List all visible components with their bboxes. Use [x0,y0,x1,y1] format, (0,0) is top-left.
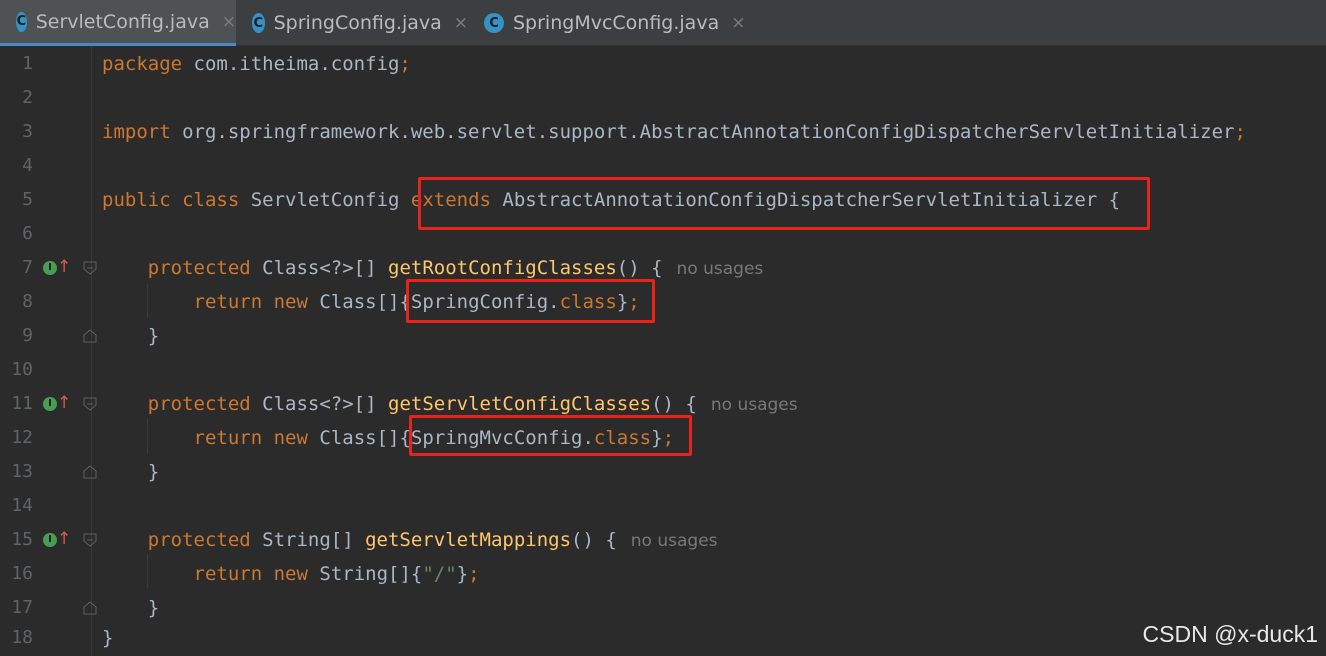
line-number: 1 [22,53,33,74]
code-line[interactable]: 3 import org.springframework.web.servlet… [0,115,1326,149]
override-arrow-icon[interactable]: ↑ [57,256,71,278]
watermark: CSDN @x-duck1 [1142,621,1318,647]
override-arrow-icon[interactable]: ↑ [57,528,71,550]
code-line[interactable]: 17 } [0,591,1326,625]
java-class-icon: C [16,11,27,32]
code-text[interactable]: import org.springframework.web.servlet.s… [102,115,1246,149]
code-text[interactable]: package com.itheima.config; [102,47,411,81]
line-number: 16 [11,563,33,584]
code-line[interactable]: 15 I ↑ protected String[] getServletMapp… [0,523,1326,557]
fold-close-icon[interactable] [83,601,97,615]
line-number: 18 [11,627,33,648]
editor-tab-bar: C ServletConfig.java × C SpringConfig.ja… [0,0,1326,46]
line-number: 2 [22,87,33,108]
line-number: 13 [11,461,33,482]
line-number: 5 [22,189,33,210]
usage-hint: no usages [676,259,764,279]
line-number: 14 [11,495,33,516]
line-number: 15 [11,529,33,550]
code-text[interactable]: } [102,591,159,625]
code-text[interactable]: protected String[] getServletMappings() … [102,523,718,558]
code-line[interactable]: 8 return new Class[]{SpringConfig.class}… [0,285,1326,319]
code-line[interactable]: 7 I ↑ protected Class<?>[] getRootConfig… [0,251,1326,285]
close-icon[interactable]: × [222,12,236,32]
code-text[interactable]: } [102,621,113,655]
line-number: 10 [11,359,33,380]
tab-servletconfig[interactable]: C ServletConfig.java × [0,0,236,46]
line-number: 12 [11,427,33,448]
fold-open-icon[interactable] [83,397,97,411]
line-number: 3 [22,121,33,142]
tab-label: ServletConfig.java [35,10,210,33]
code-line[interactable]: 14 [0,489,1326,523]
line-number: 6 [22,223,33,244]
tab-label: SpringMvcConfig.java [513,12,720,34]
highlight-box-springmvcconfig [409,415,692,456]
fold-open-icon[interactable] [83,533,97,547]
line-number: 7 [22,257,33,278]
code-line[interactable]: 10 [0,353,1326,387]
code-line[interactable]: 16 return new String[]{"/"}; [0,557,1326,591]
code-line[interactable]: 2 [0,81,1326,115]
close-icon[interactable]: × [454,13,468,33]
fold-close-icon[interactable] [83,465,97,479]
line-number: 8 [22,291,33,312]
line-number: 17 [11,597,33,618]
code-line[interactable]: 1 package com.itheima.config; [0,47,1326,81]
implements-icon[interactable]: I [43,397,57,411]
code-line[interactable]: 13 } [0,455,1326,489]
code-line[interactable]: 18 } [0,621,1326,655]
code-text[interactable]: } [102,319,159,353]
tab-springconfig[interactable]: C SpringConfig.java × [236,0,468,46]
implements-icon[interactable]: I [43,533,57,547]
override-arrow-icon[interactable]: ↑ [57,392,71,414]
line-number: 11 [11,393,33,414]
fold-close-icon[interactable] [83,329,97,343]
usage-hint: no usages [710,395,798,415]
code-line[interactable]: 9 } [0,319,1326,353]
line-number: 9 [22,325,33,346]
tab-springmvcconfig[interactable]: C SpringMvcConfig.java × [468,0,748,46]
highlight-box-extends [418,177,1150,230]
java-class-icon: C [484,13,504,33]
code-text[interactable]: } [102,455,159,489]
fold-open-icon[interactable] [83,261,97,275]
java-class-icon: C [252,13,265,33]
code-text[interactable]: return new String[]{"/"}; [102,557,480,591]
highlight-box-springconfig [406,279,655,323]
usage-hint: no usages [630,531,718,551]
line-number: 4 [22,155,33,176]
implements-icon[interactable]: I [43,261,57,275]
close-icon[interactable]: × [731,13,745,33]
tab-label: SpringConfig.java [273,12,442,34]
